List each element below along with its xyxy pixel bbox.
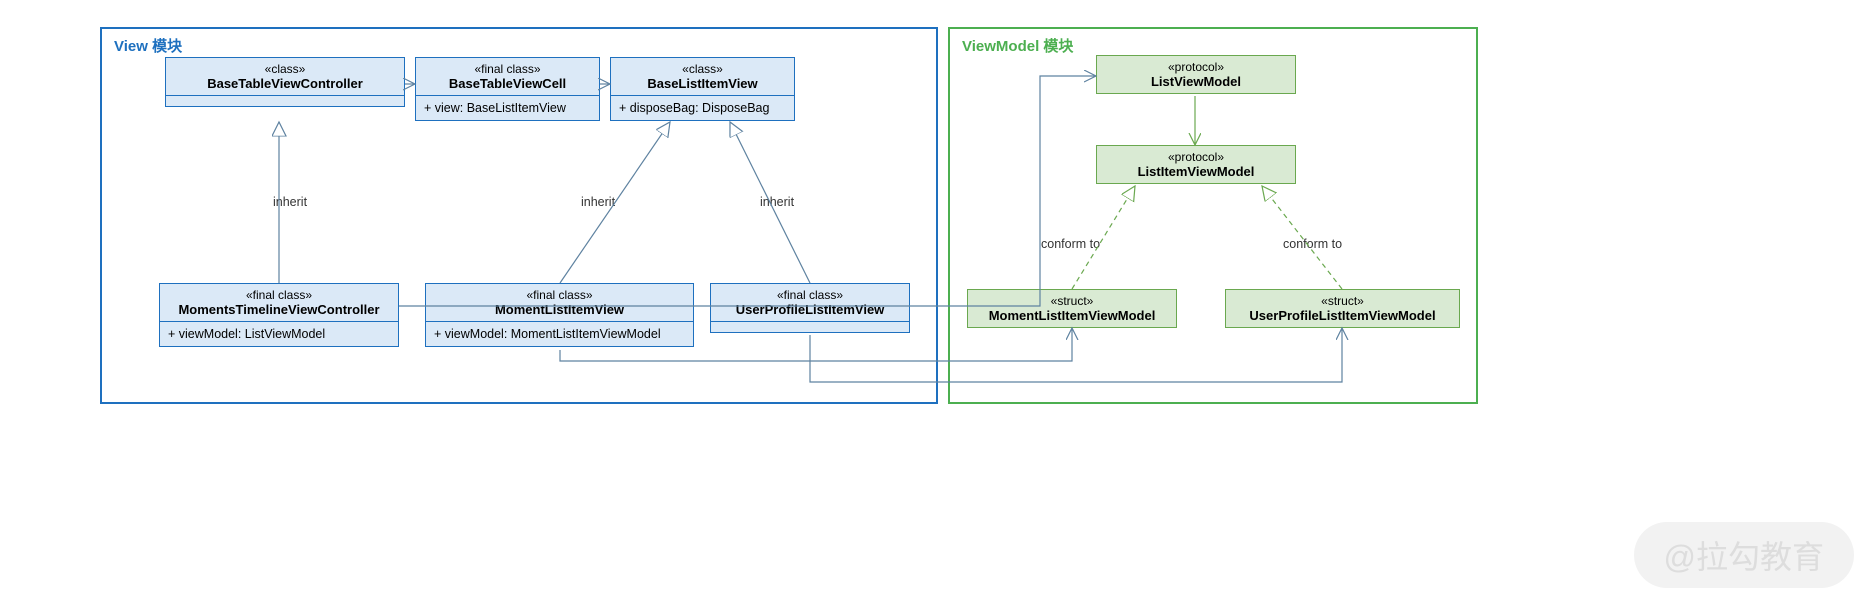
stereo: «protocol» (1105, 150, 1287, 164)
view-module-title: View 模块 (114, 35, 182, 56)
label-conform-1: conform to (1041, 237, 1100, 251)
classname: MomentsTimelineViewController (168, 302, 390, 317)
attr: + view: BaseListItemView (416, 96, 599, 120)
stereo: «class» (619, 62, 786, 76)
uml-moments-timeline-vc: «final class» MomentsTimelineViewControl… (159, 283, 399, 347)
stereo: «final class» (434, 288, 685, 302)
uml-base-list-item-view: «class» BaseListItemView + disposeBag: D… (610, 57, 795, 121)
uml-base-table-vc: «class» BaseTableViewController (165, 57, 405, 107)
classname: BaseTableViewCell (424, 76, 591, 91)
classname: BaseTableViewController (174, 76, 396, 91)
stereo: «class» (174, 62, 396, 76)
uml-list-view-model: «protocol» ListViewModel (1096, 55, 1296, 94)
watermark: @拉勾教育 (1634, 522, 1855, 588)
stereo: «struct» (1234, 294, 1451, 308)
stereo: «protocol» (1105, 60, 1287, 74)
uml-base-table-cell: «final class» BaseTableViewCell + view: … (415, 57, 600, 121)
attr: + disposeBag: DisposeBag (611, 96, 794, 120)
uml-user-profile-list-item-view: «final class» UserProfileListItemView (710, 283, 910, 333)
classname: UserProfileListItemViewModel (1234, 308, 1451, 323)
attr: + viewModel: ListViewModel (160, 322, 398, 346)
classname: ListViewModel (1105, 74, 1287, 89)
viewmodel-module-title: ViewModel 模块 (962, 35, 1073, 56)
label-conform-2: conform to (1283, 237, 1342, 251)
stereo: «final class» (168, 288, 390, 302)
uml-list-item-view-model: «protocol» ListItemViewModel (1096, 145, 1296, 184)
attr: + viewModel: MomentListItemViewModel (426, 322, 693, 346)
classname: BaseListItemView (619, 76, 786, 91)
stereo: «final class» (424, 62, 591, 76)
uml-moment-list-item-view: «final class» MomentListItemView + viewM… (425, 283, 694, 347)
classname: MomentListItemViewModel (976, 308, 1168, 323)
uml-moment-list-item-vm: «struct» MomentListItemViewModel (967, 289, 1177, 328)
label-inherit-1: inherit (273, 195, 307, 209)
classname: MomentListItemView (434, 302, 685, 317)
uml-user-profile-list-item-vm: «struct» UserProfileListItemViewModel (1225, 289, 1460, 328)
stereo: «final class» (719, 288, 901, 302)
classname: ListItemViewModel (1105, 164, 1287, 179)
label-inherit-3: inherit (760, 195, 794, 209)
label-inherit-2: inherit (581, 195, 615, 209)
classname: UserProfileListItemView (719, 302, 901, 317)
stereo: «struct» (976, 294, 1168, 308)
